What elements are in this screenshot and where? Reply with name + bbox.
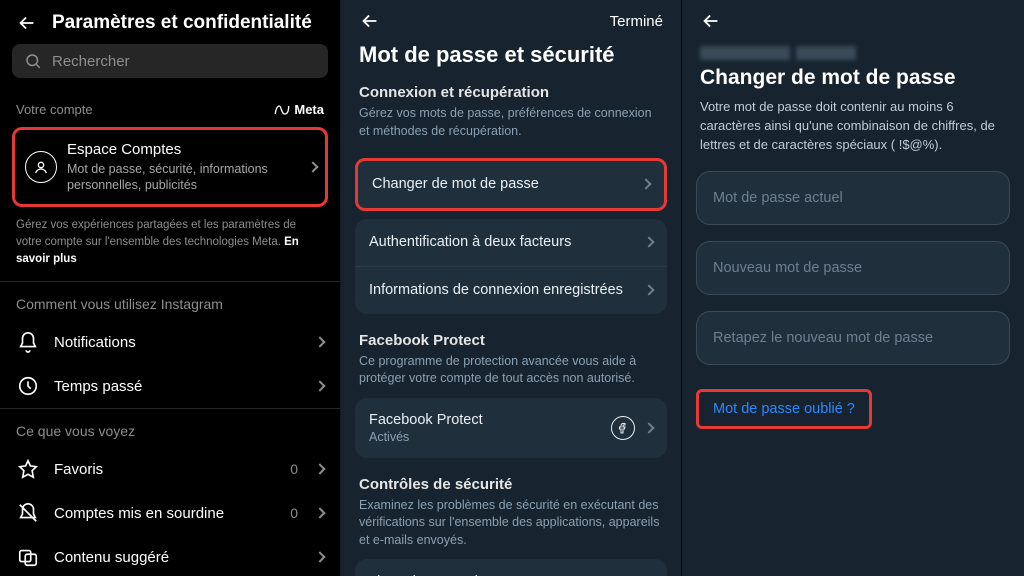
chevron-right-icon	[314, 508, 325, 519]
settings-panel: Paramètres et confidentialité Rechercher…	[0, 0, 341, 576]
muted-count: 0	[290, 505, 298, 521]
time-spent-label: Temps passé	[54, 378, 302, 395]
fb-protect-desc: Ce programme de protection avancée vous …	[341, 351, 681, 398]
account-section-row: Votre compte Meta	[0, 92, 340, 123]
forgot-password-wrap: Mot de passe oublié ?	[696, 389, 1010, 429]
facebook-icon	[611, 416, 635, 440]
time-spent-item[interactable]: Temps passé	[0, 364, 340, 408]
espace-text: Espace Comptes Mot de passe, sécurité, i…	[67, 140, 299, 194]
change-password-panel: Changer de mot de passe Votre mot de pas…	[682, 0, 1024, 576]
page-title: Paramètres et confidentialité	[52, 12, 312, 34]
meta-brand: Meta	[274, 102, 324, 117]
login-recovery-desc: Gérez vos mots de passe, préférences de …	[341, 103, 681, 150]
favoris-count: 0	[290, 461, 298, 477]
clock-icon	[16, 374, 40, 398]
password-inputs	[682, 171, 1024, 365]
how-you-use-label: Comment vous utilisez Instagram	[0, 282, 340, 320]
star-icon	[16, 457, 40, 481]
espace-title: Espace Comptes	[67, 140, 299, 160]
two-factor-item[interactable]: Authentification à deux facteurs	[355, 219, 667, 267]
change-password-item[interactable]: Changer de mot de passe	[355, 158, 667, 211]
current-password-input[interactable]	[696, 171, 1010, 225]
password-security-panel: Terminé Mot de passe et sécurité Connexi…	[341, 0, 682, 576]
account-section-label: Votre compte	[16, 102, 93, 117]
bell-icon	[16, 330, 40, 354]
back-button[interactable]	[359, 10, 381, 32]
favoris-item[interactable]: Favoris 0	[0, 447, 340, 491]
chevron-right-icon	[314, 337, 325, 348]
panel2-header: Terminé	[341, 0, 681, 38]
chevron-right-icon	[643, 422, 654, 433]
login-recovery-list: Authentification à deux facteurs Informa…	[355, 219, 667, 314]
favoris-label: Favoris	[54, 461, 276, 478]
fb-protect-status: Activés	[369, 430, 483, 444]
chevron-right-icon	[307, 161, 318, 172]
security-checks-desc: Examinez les problèmes de sécurité en ex…	[341, 495, 681, 560]
espace-comptes-item[interactable]: Espace Comptes Mot de passe, sécurité, i…	[12, 127, 328, 207]
forgot-password-label: Mot de passe oublié ?	[713, 401, 855, 417]
change-password-label: Changer de mot de passe	[372, 175, 547, 194]
login-locations-item[interactable]: Lieux de connexion	[355, 559, 667, 576]
password-requirements: Votre mot de passe doit contenir au moin…	[682, 98, 1024, 171]
done-button[interactable]: Terminé	[610, 13, 663, 30]
chevron-right-icon	[314, 552, 325, 563]
notifications-label: Notifications	[54, 334, 302, 351]
chevron-right-icon	[314, 464, 325, 475]
suggested-label: Contenu suggéré	[54, 549, 302, 566]
suggested-content-item[interactable]: Contenu suggéré	[0, 535, 340, 576]
retype-password-input[interactable]	[696, 311, 1010, 365]
search-icon	[24, 52, 42, 70]
search-input[interactable]: Rechercher	[12, 44, 328, 78]
fb-protect-item[interactable]: Facebook Protect Activés	[355, 398, 667, 458]
what-you-see-label: Ce que vous voyez	[0, 409, 340, 447]
suggested-icon	[16, 545, 40, 569]
chevron-right-icon	[314, 381, 325, 392]
two-factor-label: Authentification à deux facteurs	[369, 233, 579, 252]
search-wrap: Rechercher	[0, 44, 340, 92]
fb-protect-label: Facebook Protect	[369, 412, 483, 428]
forgot-password-link[interactable]: Mot de passe oublié ?	[696, 389, 872, 429]
muted-label: Comptes mis en sourdine	[54, 505, 276, 522]
espace-subtitle: Mot de passe, sécurité, informations per…	[67, 161, 299, 195]
back-button[interactable]	[700, 10, 722, 32]
saved-login-item[interactable]: Informations de connexion enregistrées	[355, 267, 667, 314]
search-placeholder: Rechercher	[52, 53, 130, 70]
fb-protect-title: Facebook Protect	[341, 330, 681, 351]
meta-fineprint: Gérez vos expériences partagées et les p…	[0, 217, 340, 281]
panel3-header	[682, 0, 1024, 38]
fb-protect-left: Facebook Protect Activés	[369, 412, 483, 444]
fb-protect-right	[611, 416, 653, 440]
account-icon	[25, 151, 57, 183]
panel2-title: Mot de passe et sécurité	[341, 38, 681, 82]
muted-accounts-item[interactable]: Comptes mis en sourdine 0	[0, 491, 340, 535]
chevron-right-icon	[640, 179, 651, 190]
notifications-item[interactable]: Notifications	[0, 320, 340, 364]
chevron-right-icon	[643, 284, 654, 295]
fb-protect-list: Facebook Protect Activés	[355, 398, 667, 458]
redacted-account-name	[682, 38, 1024, 64]
saved-login-label: Informations de connexion enregistrées	[369, 281, 631, 300]
new-password-input[interactable]	[696, 241, 1010, 295]
back-button[interactable]	[16, 12, 38, 34]
chevron-right-icon	[643, 237, 654, 248]
bell-off-icon	[16, 501, 40, 525]
panel1-header: Paramètres et confidentialité	[0, 0, 340, 44]
panel3-title: Changer de mot de passe	[682, 64, 1024, 98]
security-checks-title: Contrôles de sécurité	[341, 474, 681, 495]
login-recovery-title: Connexion et récupération	[341, 82, 681, 103]
meta-icon	[274, 104, 290, 116]
security-checks-list: Lieux de connexion	[355, 559, 667, 576]
